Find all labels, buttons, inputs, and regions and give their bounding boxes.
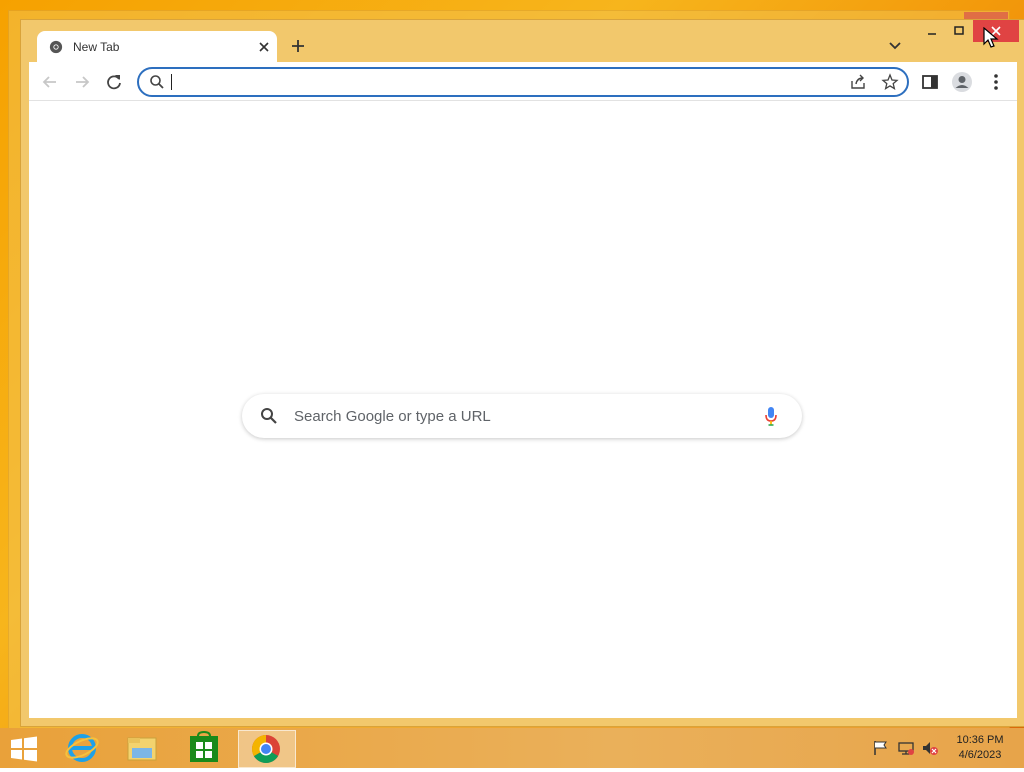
volume-muted-icon[interactable] (921, 740, 939, 756)
back-arrow-icon[interactable] (39, 71, 61, 93)
windows-start-icon[interactable] (10, 736, 38, 762)
bookmark-star-icon[interactable] (881, 73, 899, 91)
tab-title: New Tab (73, 40, 120, 54)
mouse-pointer-icon (983, 27, 999, 48)
clock-time: 10:36 PM (956, 734, 1004, 746)
side-panel-icon[interactable] (919, 71, 941, 93)
chrome-icon (252, 735, 280, 763)
taskbar-store[interactable] (176, 730, 232, 766)
taskbar-file-explorer[interactable] (114, 730, 170, 766)
profile-avatar-icon[interactable] (951, 71, 973, 93)
search-icon (150, 75, 164, 89)
chrome-window: New Tab Search Google or type a URL (20, 19, 1024, 727)
close-icon (259, 42, 269, 52)
clock-date: 4/6/2023 (958, 749, 1002, 761)
maximize-icon (954, 26, 964, 35)
text-cursor (171, 74, 172, 90)
search-icon (261, 408, 277, 424)
ntp-search-box[interactable]: Search Google or type a URL (242, 394, 802, 438)
taskbar-internet-explorer[interactable] (54, 730, 110, 766)
microphone-icon[interactable] (764, 406, 778, 426)
plus-icon (292, 40, 304, 52)
store-icon (190, 730, 218, 762)
minimize-button[interactable] (921, 24, 943, 50)
network-icon[interactable] (897, 740, 915, 756)
minimize-icon (928, 33, 936, 35)
forward-arrow-icon[interactable] (71, 71, 93, 93)
taskbar-chrome[interactable] (238, 730, 296, 768)
share-icon[interactable] (849, 73, 867, 91)
system-clock[interactable]: 10:36 PM 4/6/2023 (942, 733, 1018, 763)
maximize-button[interactable] (947, 24, 971, 50)
chrome-favicon-icon (49, 40, 63, 54)
internet-explorer-icon (65, 734, 99, 762)
page-content: Search Google or type a URL (29, 101, 1017, 718)
new-tab-button[interactable] (287, 35, 309, 57)
address-input[interactable] (175, 71, 819, 93)
tab-close-button[interactable] (255, 38, 273, 56)
title-bar: New Tab (21, 20, 1024, 63)
tab-search-chevron-down-icon[interactable] (885, 38, 905, 54)
more-menu-icon[interactable] (985, 71, 1007, 93)
browser-toolbar (29, 62, 1017, 101)
taskbar: 10:36 PM 4/6/2023 (0, 728, 1024, 768)
ntp-search-placeholder: Search Google or type a URL (294, 408, 491, 425)
action-center-flag-icon[interactable] (872, 740, 890, 756)
address-bar[interactable] (137, 67, 909, 97)
folder-icon (127, 737, 157, 761)
tab-new-tab[interactable]: New Tab (37, 31, 277, 63)
reload-icon[interactable] (103, 71, 125, 93)
